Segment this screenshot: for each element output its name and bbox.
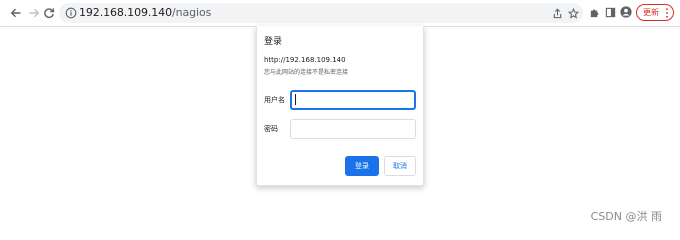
auth-dialog: 登录 http://192.168.109.140 您与此网站的连接不是私密连接…	[256, 26, 424, 186]
side-panel-icon	[605, 7, 615, 17]
dialog-url: http://192.168.109.140	[264, 56, 346, 64]
address-bar[interactable]: 192.168.109.140/nagios	[59, 3, 583, 23]
side-panel-button[interactable]	[603, 5, 617, 19]
update-button-label: 更新	[643, 7, 659, 17]
url-path: /nagios	[171, 6, 212, 19]
dialog-warning: 您与此网站的连接不是私密连接	[264, 69, 349, 76]
update-button[interactable]: 更新	[636, 4, 674, 21]
puzzle-icon	[590, 8, 598, 17]
share-button[interactable]	[550, 6, 564, 20]
text-caret	[295, 94, 296, 105]
arrow-left-icon	[10, 8, 20, 17]
info-icon[interactable]	[65, 7, 77, 19]
cancel-button[interactable]: 取消	[384, 156, 416, 176]
login-button[interactable]: 登录	[345, 156, 379, 176]
username-label: 用户名	[264, 96, 285, 104]
kebab-menu-icon	[666, 8, 668, 18]
password-label: 密码	[264, 125, 278, 133]
reload-button[interactable]	[40, 4, 57, 21]
browser-toolbar: 192.168.109.140/nagios 更新	[0, 0, 680, 27]
bookmark-button[interactable]	[566, 6, 580, 20]
arrow-right-icon	[29, 8, 39, 17]
back-button[interactable]	[7, 4, 24, 21]
url-text[interactable]: 192.168.109.140/nagios	[79, 6, 211, 20]
profile-button[interactable]	[619, 5, 633, 19]
watermark: CSDN @洪 雨	[590, 210, 662, 223]
extensions-button[interactable]	[587, 5, 601, 19]
star-icon	[567, 7, 579, 19]
dialog-title: 登录	[264, 37, 283, 47]
reload-icon	[43, 7, 54, 18]
url-host: 192.168.109.140	[79, 6, 172, 19]
avatar-icon	[620, 6, 632, 18]
password-field[interactable]	[290, 119, 416, 139]
share-icon	[553, 8, 561, 18]
username-field[interactable]	[290, 90, 416, 110]
